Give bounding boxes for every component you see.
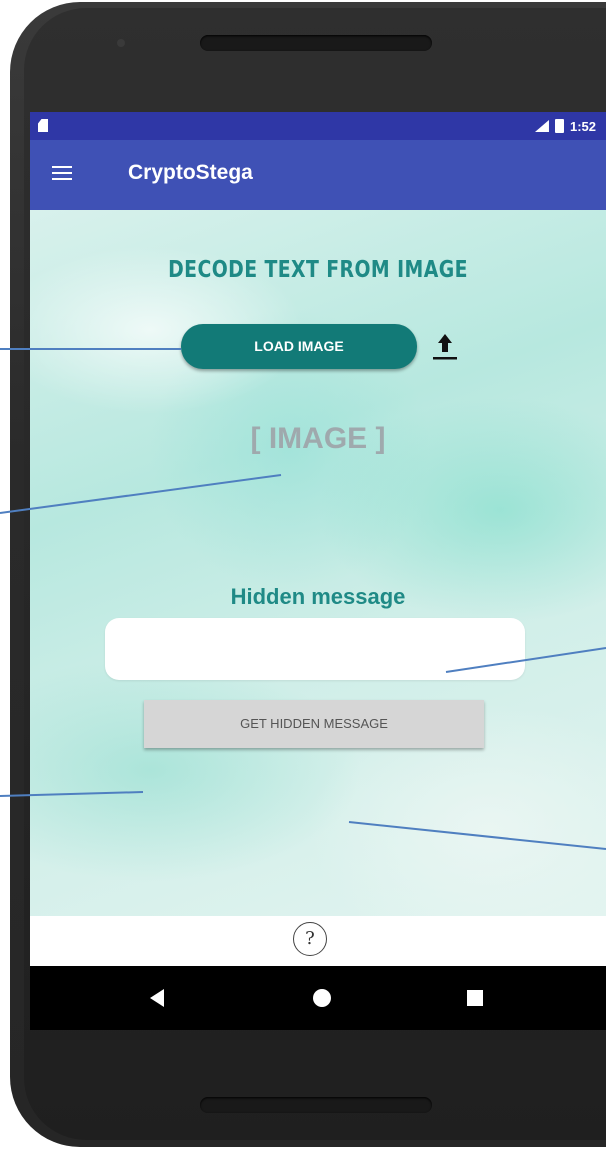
earpiece-speaker xyxy=(200,35,432,51)
phone-screen: 1:52 CryptoStega DECODE TEXT FROM IMAGE … xyxy=(30,112,606,1030)
home-icon[interactable] xyxy=(313,989,331,1007)
app-bar: CryptoStega xyxy=(30,140,606,210)
app-title: CryptoStega xyxy=(128,161,253,184)
decode-content-area: DECODE TEXT FROM IMAGE LOAD IMAGE [ IMAG… xyxy=(30,210,606,916)
hidden-message-field[interactable] xyxy=(105,618,525,680)
front-camera xyxy=(117,39,125,47)
hidden-message-label: Hidden message xyxy=(230,584,406,609)
bottom-speaker xyxy=(200,1097,432,1113)
battery-icon xyxy=(554,119,564,133)
image-placeholder: [ IMAGE ] xyxy=(250,422,386,455)
signal-icon xyxy=(534,120,549,132)
status-time: 1:52 xyxy=(569,118,596,134)
hamburger-menu-icon[interactable] xyxy=(52,166,72,180)
sim-card-icon xyxy=(38,119,48,132)
bottom-bar: ? xyxy=(30,916,606,966)
recent-apps-icon[interactable] xyxy=(467,990,483,1006)
status-bar: 1:52 xyxy=(30,112,606,140)
system-nav-bar xyxy=(30,966,606,1030)
load-image-button[interactable]: LOAD IMAGE xyxy=(181,324,417,369)
page-title: DECODE TEXT FROM IMAGE xyxy=(168,257,468,283)
screenshot-stage: 1:52 CryptoStega DECODE TEXT FROM IMAGE … xyxy=(0,0,606,1151)
status-icons: 1:52 xyxy=(534,117,596,135)
get-hidden-message-button[interactable]: GET HIDDEN MESSAGE xyxy=(144,700,484,748)
upload-arrow-icon[interactable] xyxy=(430,328,460,364)
help-question-icon[interactable]: ? xyxy=(293,922,327,956)
back-icon[interactable] xyxy=(150,989,164,1007)
